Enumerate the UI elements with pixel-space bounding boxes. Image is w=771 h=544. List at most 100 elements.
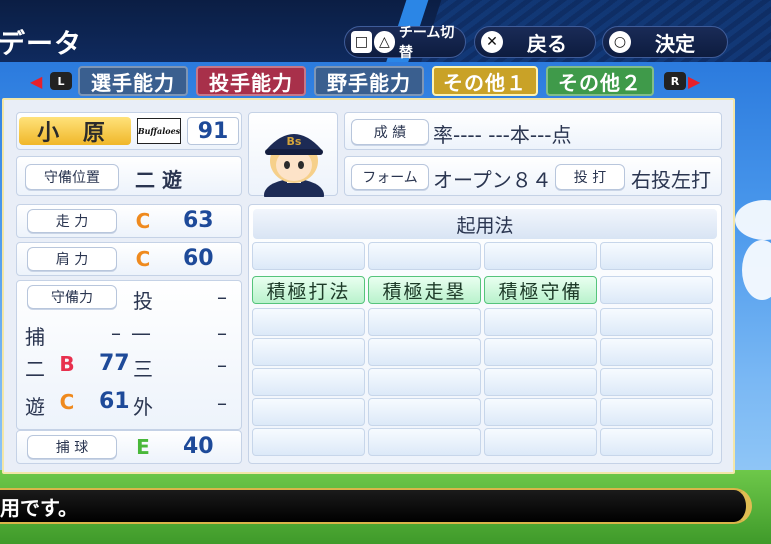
usage-row	[252, 428, 716, 456]
fielding-pos-third: 三	[133, 357, 153, 381]
player-name: 小 原	[19, 117, 131, 146]
usage-title: 起用法	[253, 209, 717, 239]
tab-pitcher-ability[interactable]: 投手能力	[196, 66, 306, 96]
left-arrow-icon[interactable]: ◀	[30, 72, 42, 91]
cloud	[735, 200, 771, 240]
usage-cell	[252, 338, 365, 366]
fielding-line-catcher: —	[131, 321, 151, 345]
fielding-dash-third: –	[217, 353, 227, 377]
team-switch-button[interactable]: □ △ チーム切替	[344, 25, 466, 61]
usage-cell	[484, 338, 597, 366]
usage-cell	[484, 368, 597, 396]
usage-row	[252, 242, 716, 270]
usage-tag-aggressive-fielding: 積極守備	[484, 276, 597, 304]
fielding-pos-pitcher: 投	[133, 289, 153, 313]
message-text: 用です。	[0, 495, 78, 520]
catch-value: 40	[183, 434, 214, 459]
right-arrow-icon[interactable]: ▶	[688, 72, 700, 91]
usage-row	[252, 368, 716, 396]
usage-cell	[252, 242, 365, 270]
run-value: 63	[183, 208, 214, 233]
usage-tag-aggressive-batting: 積極打法	[252, 276, 365, 304]
cloud	[742, 240, 771, 300]
usage-row	[252, 338, 716, 366]
fielding-grade-short: C	[59, 390, 75, 414]
top-bar: データ □ △ チーム切替 ✕ 戻る ○ 決定	[0, 0, 771, 62]
fielding-value-second: 77	[99, 351, 130, 376]
form-card: フォーム オープン８４ 投 打 右投左打	[344, 156, 722, 196]
usage-cell	[252, 368, 365, 396]
tab-player-ability[interactable]: 選手能力	[78, 66, 188, 96]
form-value: オープン８４	[433, 168, 552, 192]
player-avatar: Bs	[264, 134, 324, 211]
catch-card: 捕 球 E 40	[16, 430, 242, 464]
circle-button-icon: ○	[609, 31, 631, 53]
catch-tag: 捕 球	[27, 435, 117, 459]
bats-tag: 投 打	[555, 164, 625, 190]
run-card: 走 力 C 63	[16, 204, 242, 238]
arm-value: 60	[183, 246, 214, 271]
tab-other-2[interactable]: その他２	[546, 66, 654, 96]
team-logo: Buffaloes	[137, 118, 181, 144]
r-key-icon: R	[664, 72, 686, 90]
position-tag: 守備位置	[25, 164, 119, 190]
record-value: 率---- ---本---点	[433, 123, 572, 147]
fielding-grade-second: B	[59, 352, 75, 376]
usage-cell	[600, 276, 713, 304]
usage-row	[252, 398, 716, 426]
usage-cell	[484, 428, 597, 456]
fielding-dash-outfield: –	[217, 391, 227, 415]
position-card: 守備位置 二 遊	[16, 156, 242, 196]
usage-cell	[484, 398, 597, 426]
usage-cell	[252, 428, 365, 456]
triangle-button-icon: △	[373, 31, 395, 53]
confirm-label: 決定	[655, 31, 695, 56]
usage-cell	[600, 242, 713, 270]
usage-cell	[368, 368, 481, 396]
usage-cell	[600, 368, 713, 396]
usage-row: 積極打法 積極走塁 積極守備	[252, 276, 716, 304]
usage-tag-aggressive-running: 積極走塁	[368, 276, 481, 304]
usage-cell	[368, 428, 481, 456]
player-data-panel: 小 原 Buffaloes 91 守備位置 二 遊 Bs 成 績 率---- -…	[2, 98, 735, 474]
catch-grade: E	[136, 435, 150, 459]
confirm-button[interactable]: ○ 決定	[602, 26, 728, 58]
usage-cell	[368, 308, 481, 336]
bats-value: 右投左打	[631, 168, 711, 192]
usage-cell	[252, 398, 365, 426]
tab-other-1[interactable]: その他１	[432, 66, 538, 96]
usage-cell	[252, 308, 365, 336]
usage-row	[252, 308, 716, 336]
record-card: 成 績 率---- ---本---点	[344, 112, 722, 150]
fielding-card: 守備力 投 – 捕 – — – 二 B 77 三 – 遊 C 61 外 –	[16, 280, 242, 430]
fielding-dash-pitcher: –	[217, 285, 227, 309]
cap-logo: Bs	[287, 135, 302, 148]
position-value: 二 遊	[135, 168, 182, 192]
record-tag: 成 績	[351, 119, 429, 145]
fielding-value-short: 61	[99, 389, 130, 414]
screen-title: データ	[0, 29, 82, 60]
back-button[interactable]: ✕ 戻る	[474, 26, 596, 58]
fielding-pos-short: 遊	[25, 395, 45, 419]
tab-row: ◀ L 選手能力 投手能力 野手能力 その他１ その他２ R ▶	[0, 66, 771, 96]
team-switch-label: チーム切替	[398, 25, 455, 61]
back-label: 戻る	[527, 31, 567, 56]
arm-tag: 肩 力	[27, 247, 117, 271]
fielding-dash-catcher: –	[217, 321, 227, 345]
fielding-value-catcher: –	[111, 321, 121, 345]
usage-cell	[368, 338, 481, 366]
fielding-tag: 守備力	[27, 285, 117, 309]
arm-card: 肩 力 C 60	[16, 242, 242, 276]
arm-grade: C	[135, 247, 151, 271]
usage-cell	[600, 428, 713, 456]
fielding-pos-second: 二	[25, 357, 45, 381]
fielding-pos-outfield: 外	[133, 395, 153, 419]
usage-cell	[368, 242, 481, 270]
usage-cell	[600, 398, 713, 426]
square-button-icon: □	[351, 31, 372, 53]
usage-cell	[600, 308, 713, 336]
tab-fielder-ability[interactable]: 野手能力	[314, 66, 424, 96]
portrait-card: Bs	[248, 112, 338, 211]
name-card: 小 原 Buffaloes 91	[16, 112, 242, 150]
form-tag: フォーム	[351, 164, 429, 190]
